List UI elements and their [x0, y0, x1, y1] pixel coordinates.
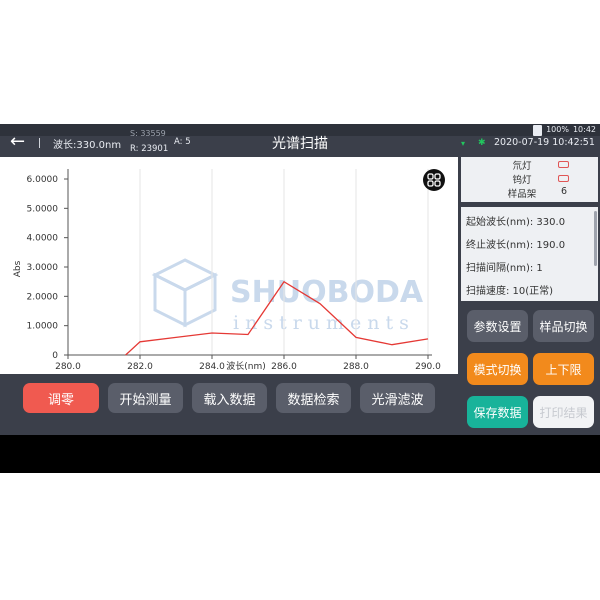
lamp-icon [558, 175, 569, 182]
bluetooth-icon: ✱ [478, 138, 486, 148]
reference-signal: R: 23901 [130, 144, 169, 154]
page-title: 光谱扫描 [272, 136, 328, 152]
tungsten-lamp-row: 钨灯 [461, 172, 598, 186]
y-tick-label: 3.0000 [27, 263, 59, 273]
lamp-status: 氘灯 钨灯 样品架 6 [461, 157, 598, 202]
sample-switch-button[interactable]: 样品切换 [533, 310, 594, 342]
scan-params[interactable]: 起始波长(nm): 330.0 终止波长(nm): 190.0 扫描间隔(nm)… [461, 207, 598, 301]
y-tick-label: 6.0000 [27, 175, 59, 185]
y-tick-label: 0 [52, 351, 58, 361]
start-wavelength: 起始波长(nm): 330.0 [466, 217, 566, 228]
scan-speed: 扫描速度: 10(正常) [466, 286, 554, 297]
sample-signal: S: 33559 [130, 129, 166, 138]
device-bezel-bottom [0, 435, 600, 473]
end-wavelength: 终止波长(nm): 190.0 [466, 240, 566, 251]
header-divider [39, 138, 40, 148]
start-measure-button[interactable]: 开始测量 [108, 383, 183, 413]
datetime: 2020-07-19 10:42:51 [494, 137, 595, 148]
view-toggle-icon[interactable] [423, 169, 445, 191]
clock: 10:42 [572, 125, 596, 134]
wifi-icon: ▾ [461, 139, 466, 148]
x-axis-label: 波长(nm) [226, 360, 266, 372]
x-tick-label: 284.0 [199, 362, 225, 372]
watermark-logo [151, 258, 219, 328]
mode-switch-button[interactable]: 模式切换 [467, 353, 528, 385]
absorbance-gain: A: 5 [174, 137, 191, 147]
smooth-filter-button[interactable]: 光滑滤波 [360, 383, 435, 413]
deuterium-lamp-row: 氘灯 [461, 158, 598, 172]
data-search-button[interactable]: 数据检索 [276, 383, 351, 413]
param-settings-button[interactable]: 参数设置 [467, 310, 528, 342]
tungsten-lamp-label: 钨灯 [512, 175, 532, 186]
app-header: 100% 10:42 ← 波长:330.0nm S: 33559 R: 2390… [0, 124, 600, 157]
sample-holder-row: 样品架 6 [461, 186, 598, 200]
y-axis-label: Abs [13, 260, 23, 277]
x-tick-label: 286.0 [271, 362, 297, 372]
battery-icon [533, 124, 543, 136]
load-data-button[interactable]: 载入数据 [192, 383, 267, 413]
back-arrow-icon[interactable]: ← [10, 133, 25, 151]
scan-interval: 扫描间隔(nm): 1 [466, 263, 543, 274]
x-tick-label: 282.0 [127, 362, 153, 372]
right-panel: 氘灯 钨灯 样品架 6 起始波长(nm): 330.0 终止波长(nm): 19… [461, 157, 600, 435]
deuterium-lamp-label: 氘灯 [512, 161, 532, 172]
y-tick-label: 2.0000 [27, 292, 59, 302]
zero-button[interactable]: 调零 [23, 383, 99, 413]
spectrum-chart-panel: SHUOBODA instruments 280.0 282.0 284.0 286.… [0, 157, 458, 374]
battery-percent: 100% [546, 125, 569, 134]
x-tick-label: 288.0 [343, 362, 369, 372]
spectrum-chart: SHUOBODA instruments 280.0 282.0 284.0 286.… [13, 169, 441, 372]
status-icons: 100% 10:42 [533, 124, 596, 136]
device-screen: 100% 10:42 ← 波长:330.0nm S: 33559 R: 2390… [0, 124, 600, 473]
x-tick-label: 290.0 [415, 362, 441, 372]
sample-holder-label: 样品架 [507, 189, 537, 200]
y-tick-label: 1.0000 [27, 322, 59, 332]
x-tick-label: 280.0 [55, 362, 81, 372]
y-tick-label: 4.0000 [27, 234, 59, 244]
watermark-brand: SHUOBODA [230, 275, 424, 310]
lamp-icon [558, 161, 569, 168]
y-tick-label: 5.0000 [27, 204, 59, 214]
bottom-toolbar: 调零 开始测量 载入数据 数据检索 光滑滤波 [0, 374, 458, 435]
sample-holder-value: 6 [560, 186, 568, 197]
wavelength-readout: 波长:330.0nm [53, 140, 122, 151]
save-data-button[interactable]: 保存数据 [467, 396, 528, 428]
print-result-button[interactable]: 打印结果 [533, 396, 594, 428]
params-scrollbar[interactable] [594, 211, 597, 266]
watermark-sub: instruments [233, 312, 415, 334]
limits-button[interactable]: 上下限 [533, 353, 594, 385]
